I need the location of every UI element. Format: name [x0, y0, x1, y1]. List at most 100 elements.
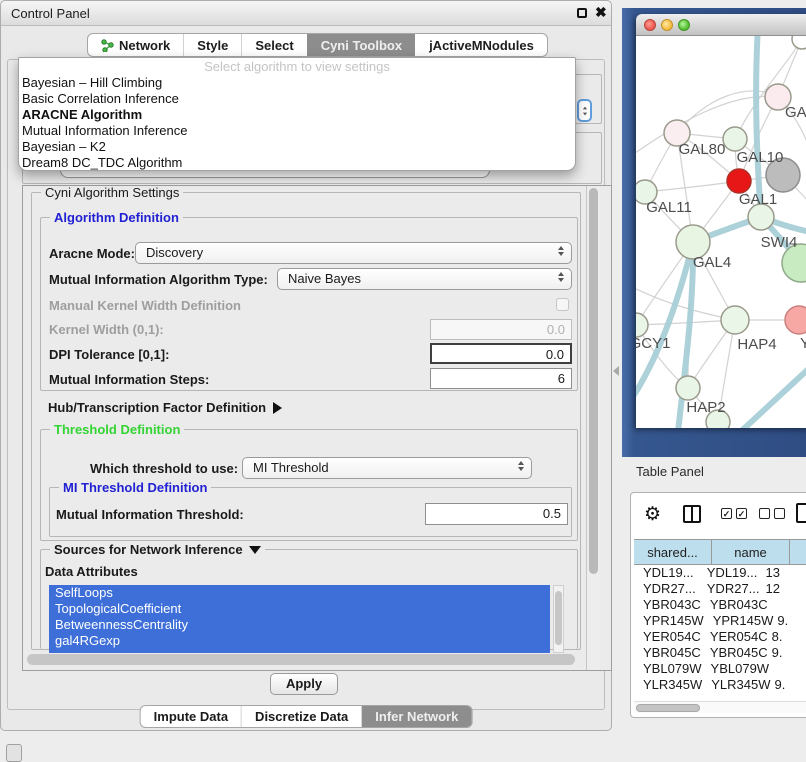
- tab-jactivemnodules[interactable]: jActiveMNodules: [415, 34, 547, 56]
- table-cell: YBL079W: [634, 661, 702, 677]
- data-attributes-list[interactable]: SelfLoopsTopologicalCoefficientBetweenne…: [49, 585, 550, 653]
- apply-button[interactable]: Apply: [270, 673, 338, 695]
- table-horizontal-scrollbar[interactable]: [634, 701, 806, 713]
- tab-cyni-toolbox[interactable]: Cyni Toolbox: [307, 34, 415, 56]
- mi-threshold-field[interactable]: 0.5: [425, 503, 568, 525]
- control-panel-titlebar: Control Panel ✖: [1, 1, 611, 26]
- kernel-width-field[interactable]: 0.0: [430, 319, 572, 340]
- which-threshold-label: Which threshold to use:: [90, 461, 238, 476]
- table-cell: YER054C: [701, 629, 768, 645]
- bottom-tab-impute-data[interactable]: Impute Data: [141, 706, 241, 727]
- attribute-item[interactable]: gal4RGexp: [49, 633, 550, 649]
- algorithm-option[interactable]: ARACNE Algorithm: [19, 107, 575, 123]
- table-cell: [769, 661, 806, 677]
- node-label-gcy1: GCY1: [636, 335, 670, 352]
- bottom-tab-discretize-data[interactable]: Discretize Data: [241, 706, 361, 727]
- node-label-gal80: GAL80: [679, 141, 726, 158]
- node-gcy1[interactable]: [636, 313, 648, 337]
- close-icon[interactable]: ✖: [595, 4, 607, 21]
- zoom-traffic-light[interactable]: [678, 19, 690, 31]
- scrollbar-thumb[interactable]: [589, 188, 598, 574]
- table-panel-title: Table Panel: [636, 464, 704, 479]
- node-hap4[interactable]: [721, 306, 749, 334]
- hub-definition-toggle[interactable]: Hub/Transcription Factor Definition: [48, 400, 282, 415]
- mi-steps-field[interactable]: 6: [430, 368, 572, 389]
- close-traffic-light[interactable]: [644, 19, 656, 31]
- node-salmon[interactable]: [785, 306, 806, 334]
- algorithm-option[interactable]: Bayesian – K2: [19, 139, 575, 155]
- combo-arrows-icon: [518, 461, 524, 471]
- network-canvas[interactable]: GALGAL80GAL10GAL1GAL11SWI4GAL4GCY1HAP4YH…: [636, 36, 806, 428]
- dpi-tolerance-field[interactable]: 0.0: [430, 343, 572, 364]
- table-cell: YBL079W: [702, 661, 770, 677]
- float-window-icon[interactable]: [577, 8, 587, 18]
- column-header[interactable]: [790, 540, 806, 564]
- network-icon: [101, 39, 114, 52]
- node-red[interactable]: [727, 169, 751, 193]
- table-row[interactable]: YBR043CYBR043C: [634, 597, 806, 613]
- select-all-columns-icon[interactable]: ✓✓: [721, 508, 747, 519]
- network-window-titlebar[interactable]: [636, 14, 806, 36]
- node-gal10[interactable]: [723, 127, 747, 151]
- gear-icon[interactable]: ⚙: [644, 502, 661, 528]
- table-rows: YDL19...YDL19...13YDR27...YDR27...12YBR0…: [634, 565, 806, 695]
- mi-algorithm-type-value: Naive Bayes: [288, 271, 361, 286]
- scrollbar-thumb[interactable]: [555, 591, 562, 645]
- settings-horizontal-scrollbar[interactable]: [27, 654, 575, 665]
- tab-network[interactable]: Network: [88, 34, 183, 56]
- table-toolbar: ⚙ ✓✓: [631, 493, 806, 539]
- attribute-item[interactable]: TopologicalCoefficient: [49, 601, 550, 617]
- scrollbar-thumb[interactable]: [636, 704, 700, 712]
- table-row[interactable]: YDR27...YDR27...12: [634, 581, 806, 597]
- node-label-hap4: HAP4: [737, 336, 776, 353]
- algorithm-option[interactable]: Mutual Information Inference: [19, 123, 575, 139]
- focused-combo-fragment[interactable]: [577, 99, 592, 122]
- settings-vertical-scrollbar[interactable]: [586, 186, 600, 670]
- tab-style[interactable]: Style: [183, 34, 241, 56]
- column-header[interactable]: name: [712, 540, 790, 564]
- table-cell: YBR045C: [634, 645, 701, 661]
- collapsed-panel-button[interactable]: [6, 744, 22, 762]
- algorithm-option[interactable]: Basic Correlation Inference: [19, 91, 575, 107]
- which-threshold-value: MI Threshold: [253, 460, 329, 475]
- table-cell: YBR043C: [701, 597, 768, 613]
- aracne-mode-combo[interactable]: Discovery: [135, 242, 572, 264]
- table-row[interactable]: YBR045CYBR045C9.: [634, 645, 806, 661]
- table-row[interactable]: YIL052CYIL052C9: [634, 693, 806, 695]
- algorithm-definition-group: Algorithm Definition Aracne Mode: Discov…: [40, 217, 578, 391]
- combo-arrows-icon: [558, 272, 564, 282]
- node-hap2[interactable]: [676, 376, 700, 400]
- minimize-traffic-light[interactable]: [661, 19, 673, 31]
- table-row[interactable]: YDL19...YDL19...13: [634, 565, 806, 581]
- table-row[interactable]: YER054CYER054C8.: [634, 629, 806, 645]
- table-row[interactable]: YPR145WYPR145W9.: [634, 613, 806, 629]
- node-label-gal: GAL: [785, 104, 806, 121]
- splitpane-arrow-icon[interactable]: [613, 366, 619, 376]
- table-cell: YIL052C: [698, 693, 762, 695]
- algorithm-option[interactable]: Dream8 DC_TDC Algorithm: [19, 155, 575, 171]
- column-header[interactable]: shared...: [634, 540, 712, 564]
- deselect-all-columns-icon[interactable]: [759, 508, 785, 519]
- collapsed-arrow-icon: [273, 402, 282, 414]
- table-cell: YER054C: [634, 629, 701, 645]
- attribute-item[interactable]: BetweennessCentrality: [49, 617, 550, 633]
- table-cell: 9.: [771, 677, 806, 693]
- kernel-width-label: Kernel Width (0,1):: [49, 322, 164, 337]
- attribute-item[interactable]: SelfLoops: [49, 585, 550, 601]
- attributes-list-scrollbar[interactable]: [553, 585, 564, 653]
- table-row[interactable]: YLR345WYLR345W9.: [634, 677, 806, 693]
- algorithm-option[interactable]: Bayesian – Hill Climbing: [19, 75, 575, 91]
- tab-select[interactable]: Select: [241, 34, 306, 56]
- manual-kernel-checkbox[interactable]: [556, 298, 569, 311]
- combo-arrows-icon: [558, 246, 564, 256]
- mi-algorithm-type-combo[interactable]: Naive Bayes: [277, 268, 572, 290]
- hub-definition-label: Hub/Transcription Factor Definition: [48, 400, 266, 415]
- node-label-y: Y: [800, 335, 806, 352]
- table-cell: [768, 597, 806, 613]
- split-columns-icon[interactable]: [683, 505, 701, 523]
- node-top-partial[interactable]: [792, 36, 806, 49]
- bottom-tab-infer-network[interactable]: Infer Network: [361, 706, 471, 727]
- table-row[interactable]: YBL079WYBL079W: [634, 661, 806, 677]
- which-threshold-combo[interactable]: MI Threshold: [242, 457, 532, 479]
- export-table-icon[interactable]: [796, 503, 806, 523]
